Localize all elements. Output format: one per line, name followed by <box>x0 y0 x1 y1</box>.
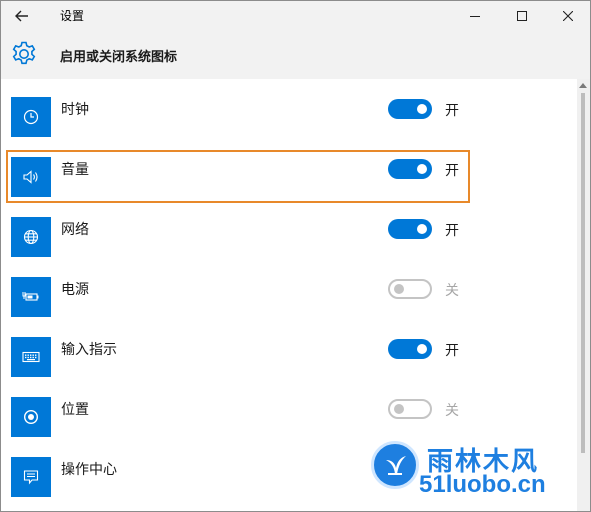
toggle-knob <box>417 104 427 114</box>
location-tile <box>11 397 51 437</box>
list-item-input-indicator: 输入指示 开 <box>1 319 576 379</box>
keyboard-icon <box>22 351 40 363</box>
input-indicator-toggle[interactable] <box>388 339 432 359</box>
scroll-thumb[interactable] <box>581 93 585 453</box>
input-indicator-tile <box>11 337 51 377</box>
watermark: 雨林木风 51luobo.cn <box>371 439 581 501</box>
action-center-tile <box>11 457 51 497</box>
action-center-icon <box>23 470 39 485</box>
back-arrow-icon <box>15 10 28 22</box>
gear-icon <box>12 41 36 65</box>
list-item-power: 电源 关 <box>1 259 576 319</box>
location-icon <box>23 409 39 425</box>
item-label: 操作中心 <box>61 462 117 478</box>
minimize-icon <box>470 16 480 17</box>
network-tile <box>11 217 51 257</box>
settings-window: 设置 启用或关闭系统图标 时钟 开 音量 开 网络 开 电源 关 输入指示 开 … <box>0 0 591 512</box>
power-tile <box>11 277 51 317</box>
title-bar: 设置 <box>1 1 590 31</box>
clock-tile <box>11 97 51 137</box>
scroll-up-arrow-icon[interactable] <box>579 83 587 88</box>
clock-toggle[interactable] <box>388 99 432 119</box>
watermark-logo <box>371 441 419 489</box>
toggle-knob <box>394 284 404 294</box>
item-label: 电源 <box>61 282 89 298</box>
toggle-state-label: 开 <box>445 343 459 359</box>
window-title: 设置 <box>60 9 85 23</box>
page-title: 启用或关闭系统图标 <box>60 50 178 65</box>
volume-highlight-box <box>6 150 470 203</box>
maximize-icon <box>517 11 527 21</box>
location-toggle[interactable] <box>388 399 432 419</box>
power-battery-icon <box>22 292 39 301</box>
close-button[interactable] <box>545 1 590 31</box>
toggle-state-label: 开 <box>445 223 459 239</box>
toggle-knob <box>394 404 404 414</box>
minimize-button[interactable] <box>452 1 498 31</box>
network-globe-icon <box>23 229 39 245</box>
window-chrome: 设置 启用或关闭系统图标 <box>1 1 590 79</box>
watermark-text-en: 51luobo.cn <box>419 471 546 498</box>
list-item-network: 网络 开 <box>1 199 576 259</box>
item-label: 时钟 <box>61 102 89 118</box>
list-item-clock: 时钟 开 <box>1 79 576 139</box>
toggle-state-label: 开 <box>445 103 459 119</box>
network-toggle[interactable] <box>388 219 432 239</box>
maximize-button[interactable] <box>499 1 545 31</box>
page-header: 启用或关闭系统图标 <box>1 31 590 79</box>
item-label: 位置 <box>61 402 89 418</box>
list-item-location: 位置 关 <box>1 379 576 439</box>
toggle-state-label: 关 <box>445 283 459 299</box>
power-toggle[interactable] <box>388 279 432 299</box>
clock-icon <box>23 109 39 125</box>
toggle-knob <box>417 224 427 234</box>
close-icon <box>563 11 573 21</box>
item-label: 输入指示 <box>61 342 117 358</box>
item-label: 网络 <box>61 222 89 238</box>
toggle-knob <box>417 344 427 354</box>
back-button[interactable] <box>9 4 35 28</box>
toggle-state-label: 关 <box>445 403 459 419</box>
